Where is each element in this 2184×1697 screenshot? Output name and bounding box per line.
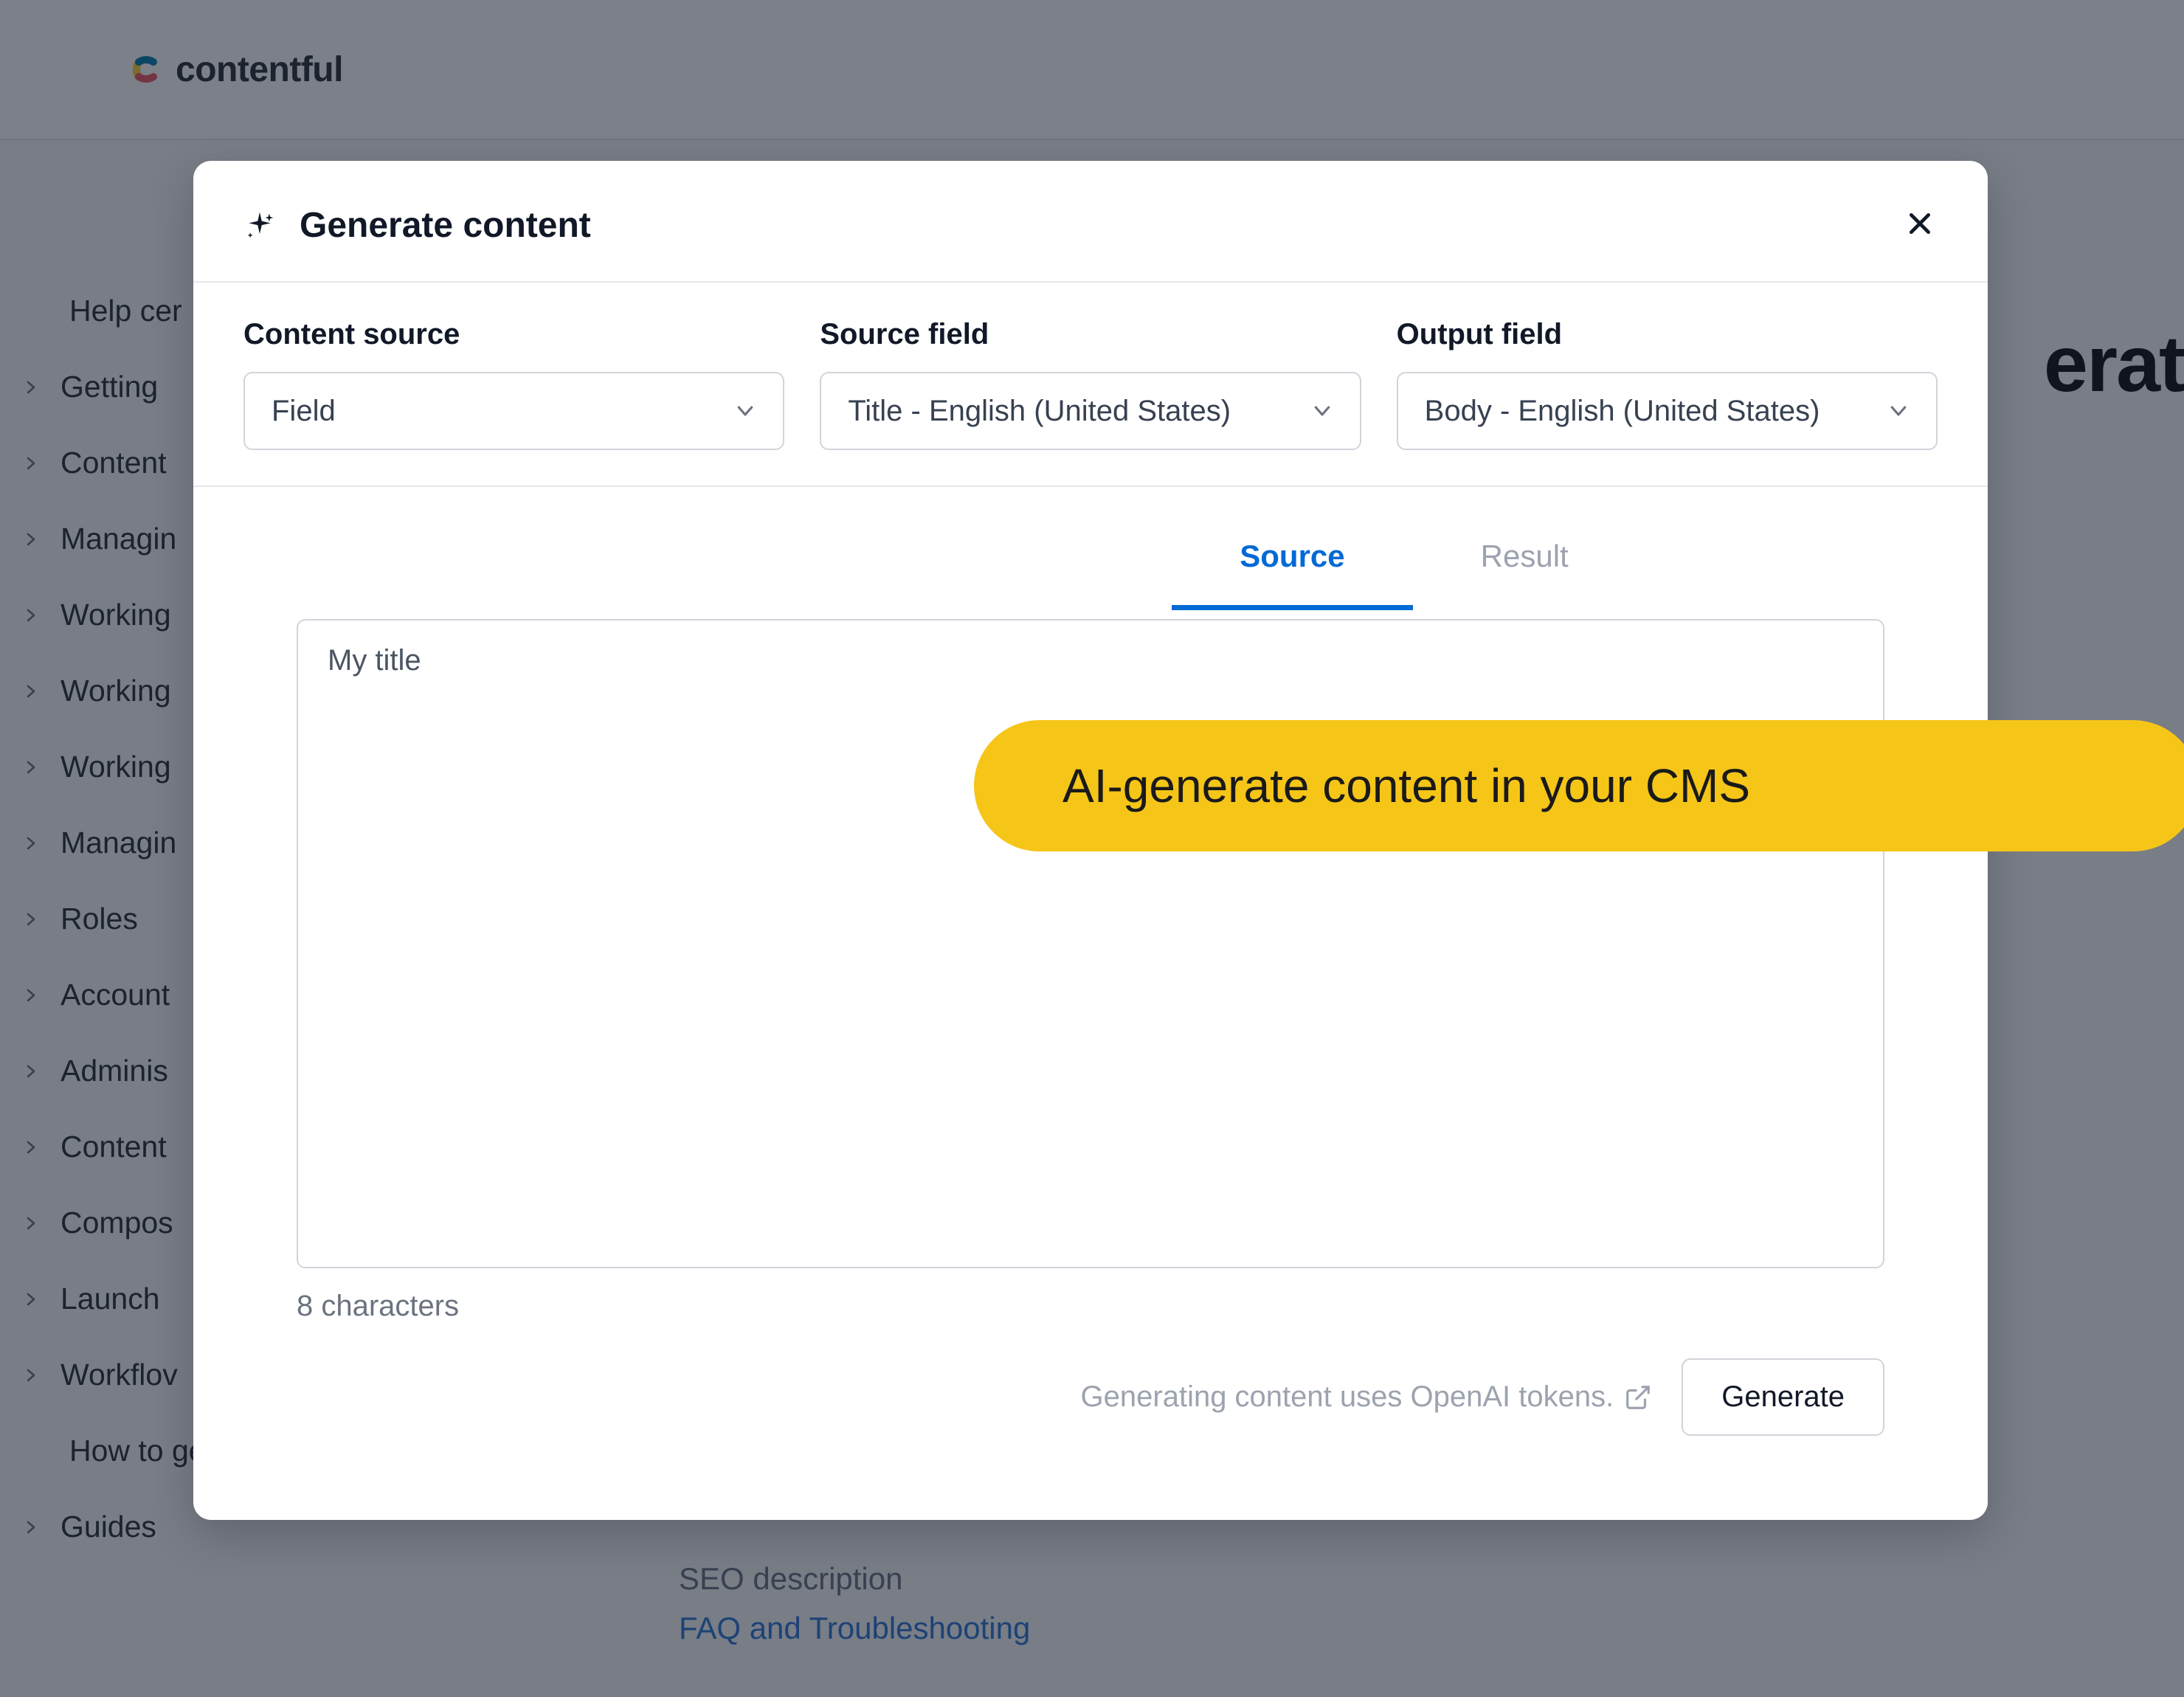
output-field-label: Output field — [1397, 318, 1938, 351]
content-source-select[interactable]: Field — [243, 372, 784, 450]
openai-token-note[interactable]: Generating content uses OpenAI tokens. — [1081, 1380, 1653, 1414]
modal-header: Generate content — [193, 161, 1988, 283]
source-field-group: Source field Title - English (United Sta… — [820, 318, 1361, 450]
modal-footer: Generating content uses OpenAI tokens. G… — [193, 1323, 1988, 1471]
content-source-group: Content source Field — [243, 318, 784, 450]
chevron-down-icon — [734, 400, 756, 422]
modal-title: Generate content — [300, 205, 591, 246]
modal-title-group: Generate content — [243, 205, 591, 246]
tab-bar: Source Result — [820, 487, 1988, 610]
character-count: 8 characters — [297, 1290, 1884, 1323]
chevron-down-icon — [1887, 400, 1910, 422]
close-icon — [1905, 209, 1935, 242]
select-value: Field — [272, 395, 336, 428]
source-textarea[interactable] — [297, 619, 1884, 1268]
source-field-label: Source field — [820, 318, 1361, 351]
source-field-select[interactable]: Title - English (United States) — [820, 372, 1361, 450]
output-field-group: Output field Body - English (United Stat… — [1397, 318, 1938, 450]
form-row: Content source Field Source field Title … — [193, 283, 1988, 487]
close-button[interactable] — [1902, 208, 1938, 243]
marketing-callout: AI-generate content in your CMS — [974, 720, 2088, 851]
sparkle-icon — [243, 210, 276, 242]
content-source-label: Content source — [243, 318, 784, 351]
external-link-icon — [1624, 1383, 1652, 1411]
select-value: Title - English (United States) — [848, 395, 1231, 428]
tab-result[interactable]: Result — [1413, 508, 1637, 610]
tab-source[interactable]: Source — [1172, 508, 1412, 610]
callout-text: AI-generate content in your CMS — [1062, 758, 1750, 813]
chevron-down-icon — [1311, 400, 1333, 422]
footer-note-text: Generating content uses OpenAI tokens. — [1081, 1380, 1614, 1414]
select-value: Body - English (United States) — [1425, 395, 1820, 428]
generate-button[interactable]: Generate — [1682, 1358, 1884, 1436]
output-field-select[interactable]: Body - English (United States) — [1397, 372, 1938, 450]
